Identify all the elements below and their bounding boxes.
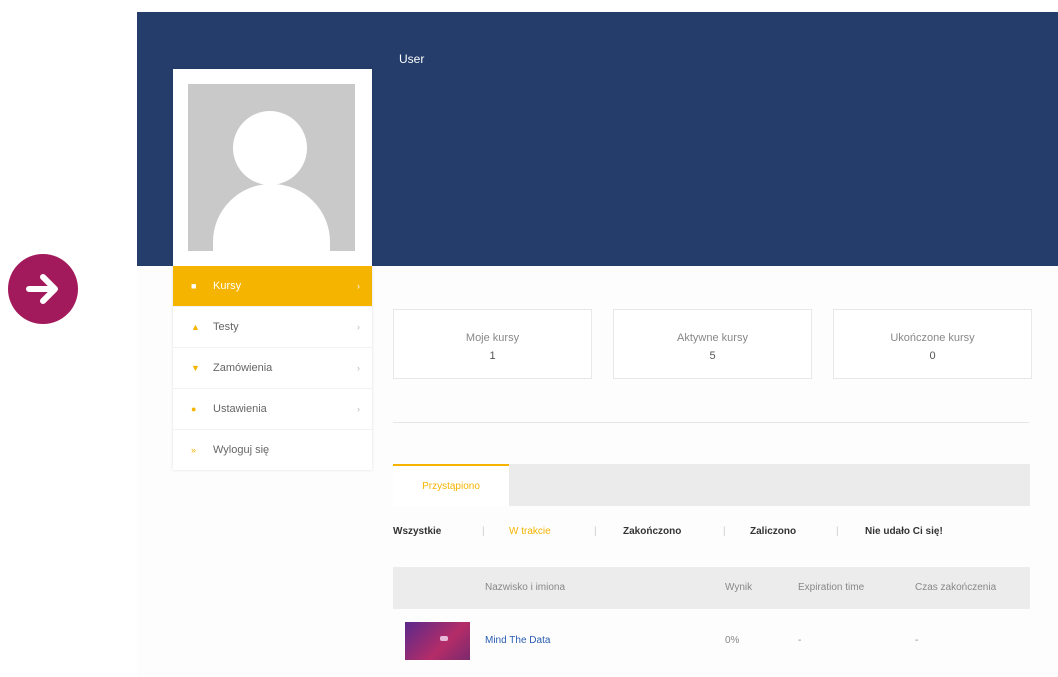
chevron-right-icon: › (357, 281, 360, 291)
course-title-link[interactable]: Mind The Data (485, 635, 550, 646)
avatar-container (173, 69, 372, 266)
column-header: Nazwisko i imiona (485, 582, 566, 593)
filter-separator: | (594, 526, 597, 537)
stat-value: 0 (929, 350, 936, 362)
sidebar-item-label: Testy (213, 321, 239, 333)
sidebar-item-label: Wyloguj się (213, 444, 270, 456)
avatar-body-shape (213, 184, 330, 251)
score-cell: 0% (725, 635, 740, 646)
next-arrow-button[interactable] (8, 254, 78, 324)
filter-passed[interactable]: Zaliczono (750, 526, 796, 537)
sidebar-item-wyloguj[interactable]: » Wyloguj się (173, 429, 372, 470)
stat-completed-courses: Ukończone kursy 0 (833, 309, 1032, 379)
logout-icon: » (191, 445, 197, 455)
sidebar-item-zamowienia[interactable]: ▼ Zamówienia › (173, 347, 372, 388)
sidebar-item-kursy[interactable]: ■ Kursy › (173, 266, 372, 306)
course-icon: ■ (191, 281, 197, 291)
expiration-cell: - (798, 635, 802, 646)
sidebar-item-ustawienia[interactable]: ● Ustawienia › (173, 388, 372, 429)
column-header: Czas zakończenia (915, 582, 997, 593)
settings-icon: ● (191, 404, 197, 414)
table-header: Nazwisko i imiona Wynik Expiration time … (393, 567, 1030, 609)
table-row: Mind The Data 0% - - (393, 614, 1030, 668)
filter-separator: | (836, 526, 839, 537)
stat-label: Ukończone kursy (890, 332, 975, 344)
filter-finished[interactable]: Zakończono (623, 526, 681, 537)
sidebar-item-label: Zamówienia (213, 362, 273, 374)
course-thumbnail[interactable] (405, 622, 470, 660)
status-filters: Wszystkie | W trakcie | Zakończono | Zal… (393, 526, 1030, 542)
sidebar-item-testy[interactable]: ▲ Testy › (173, 306, 372, 347)
stat-value: 5 (709, 350, 716, 362)
user-name: User (399, 52, 425, 66)
divider (393, 422, 1029, 423)
stat-active-courses: Aktywne kursy 5 (613, 309, 812, 379)
filter-separator: | (723, 526, 726, 537)
test-icon: ▲ (191, 322, 200, 332)
profile-page: User ■ Kursy › ▲ Testy › ▼ Zamówienia › … (137, 12, 1058, 677)
column-header: Wynik (725, 582, 753, 593)
filter-all[interactable]: Wszystkie (393, 526, 441, 537)
stat-label: Moje kursy (465, 332, 520, 344)
completed-cell: - (915, 635, 919, 646)
filter-separator: | (482, 526, 485, 537)
chevron-right-icon: › (357, 363, 360, 373)
sidebar-item-label: Kursy (213, 280, 242, 292)
chevron-right-icon: › (357, 322, 360, 332)
chevron-right-icon: › (357, 404, 360, 414)
tab-bar: Przystąpiono (393, 464, 1030, 506)
stat-value: 1 (489, 350, 496, 362)
cart-icon: ▼ (191, 363, 200, 373)
stat-label: Aktywne kursy (677, 332, 748, 344)
avatar-head-shape (233, 111, 307, 185)
sidebar-item-label: Ustawienia (213, 403, 267, 415)
tab-przystapiono[interactable]: Przystąpiono (393, 464, 509, 506)
filter-in-progress[interactable]: W trakcie (509, 526, 551, 537)
column-header: Expiration time (798, 582, 865, 593)
arrow-right-icon (26, 274, 58, 304)
sidebar: ■ Kursy › ▲ Testy › ▼ Zamówienia › ● Ust… (173, 69, 372, 470)
filter-failed[interactable]: Nie udało Ci się! (865, 526, 943, 537)
thumbnail-graphic (440, 636, 448, 641)
avatar (188, 84, 355, 251)
stat-my-courses: Moje kursy 1 (393, 309, 592, 379)
